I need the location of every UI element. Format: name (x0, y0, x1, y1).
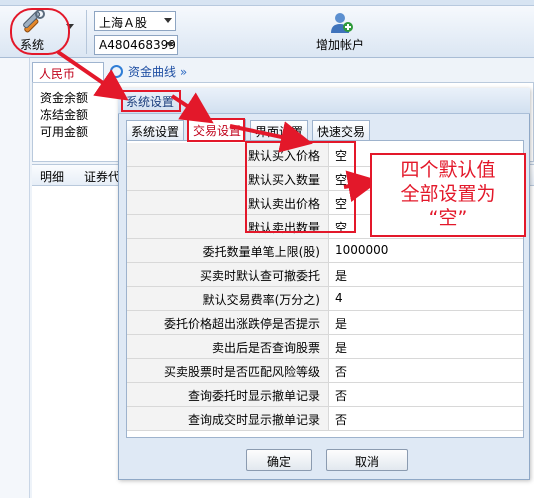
callout-line-2: 全部设置为 (400, 183, 496, 205)
arrow-to-dialog (56, 50, 129, 101)
callout-line-1: 四个默认值 (400, 159, 496, 181)
arrow-to-trade-tab (170, 92, 214, 124)
callout-line-3: “空” (428, 207, 468, 229)
arrow-to-default-rows (229, 121, 313, 153)
arrow-to-callout (343, 170, 380, 202)
annotation-arrows (56, 50, 380, 202)
annotation-callout: 四个默认值 全部设置为 “空” (370, 153, 526, 237)
